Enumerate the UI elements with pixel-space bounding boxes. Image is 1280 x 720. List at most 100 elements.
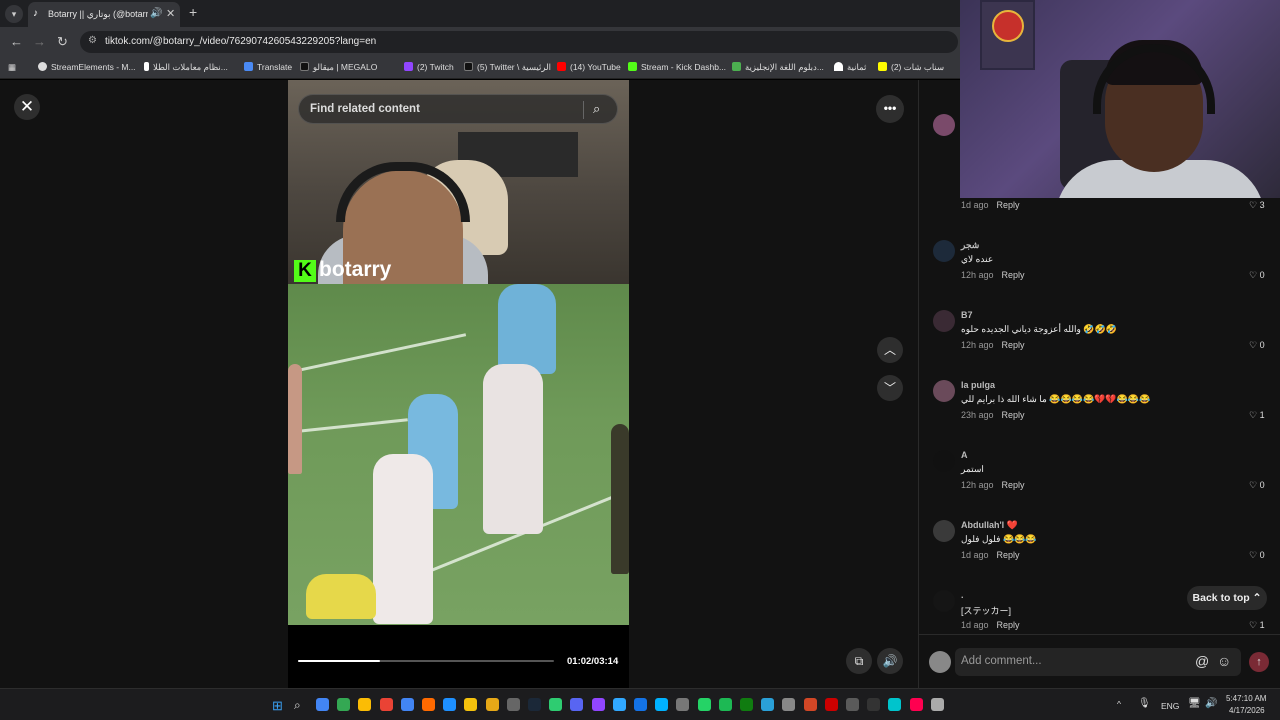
new-tab-icon[interactable]: + (189, 4, 197, 20)
like-button[interactable]: ♡ 0 (1249, 340, 1265, 351)
url-field[interactable]: ⚙ tiktok.com/@botarry_/video/76290742605… (80, 31, 958, 53)
like-button[interactable]: ♡ 0 (1249, 550, 1265, 561)
post-comment-button[interactable]: ↑ (1249, 652, 1269, 672)
comment-author[interactable]: . (961, 590, 964, 600)
taskbar-app-icon[interactable] (909, 698, 923, 711)
bookmark-item[interactable]: (14) YouTube (557, 62, 621, 72)
back-arrow-icon[interactable]: ← (10, 34, 23, 49)
taskbar-app-icon[interactable] (761, 698, 775, 711)
clock-date[interactable]: 4/17/2026 (1229, 706, 1265, 715)
taskbar-app-icon[interactable] (655, 698, 669, 711)
avatar[interactable] (933, 590, 955, 612)
taskbar-app-icon[interactable] (422, 698, 435, 711)
comment-author[interactable]: A (961, 450, 968, 460)
bookmark-item[interactable]: ثمانية (834, 62, 866, 73)
reload-icon[interactable]: ↻ (57, 34, 68, 50)
bookmark-item[interactable]: دبلوم اللغة الإنجليزية... (732, 62, 824, 73)
taskbar-app-icon[interactable] (528, 698, 541, 711)
speaker-icon[interactable]: 🔊 (1205, 698, 1217, 709)
reply-button[interactable]: Reply (997, 620, 1020, 630)
taskbar-app-icon[interactable] (337, 698, 351, 711)
back-to-top-button[interactable]: Back to top ⌃ (1187, 586, 1267, 610)
clock-time[interactable]: 5:47:10 AM (1226, 694, 1266, 703)
floating-player-button[interactable]: ⧉ (846, 648, 872, 674)
taskbar-app-icon[interactable] (485, 698, 499, 711)
speaker-icon[interactable]: 🔊 (150, 8, 162, 19)
bookmark-item[interactable]: ميقالو | MEGALO (300, 62, 377, 73)
taskbar-app-icon[interactable] (846, 698, 859, 711)
avatar[interactable] (933, 450, 955, 472)
reply-button[interactable]: Reply (1002, 480, 1025, 490)
taskbar-app-icon[interactable] (697, 698, 711, 711)
reply-button[interactable]: Reply (1002, 270, 1025, 280)
bookmark-item[interactable]: (5) Twitter \ الرئيسية (464, 62, 551, 73)
bookmark-item[interactable]: نظام معاملات الطلا... (144, 62, 228, 73)
taskbar-app-icon[interactable] (803, 698, 817, 711)
reply-button[interactable]: Reply (997, 550, 1020, 560)
taskbar-app-icon[interactable] (464, 698, 478, 711)
taskbar-app-icon[interactable] (358, 698, 372, 711)
taskbar-app-icon[interactable] (316, 698, 329, 711)
taskbar-app-icon[interactable] (867, 698, 881, 711)
taskbar-app-icon[interactable] (634, 698, 647, 711)
mention-icon[interactable]: @ (1195, 653, 1209, 669)
like-button[interactable]: ♡ 3 (1249, 200, 1265, 211)
avatar[interactable] (933, 240, 955, 262)
next-video-button[interactable]: ﹀ (877, 375, 903, 401)
bookmark-item[interactable]: (2) سناب شات (878, 62, 944, 73)
avatar[interactable] (933, 520, 955, 542)
tab-search-menu-icon[interactable]: ▾ (5, 5, 23, 23)
reply-button[interactable]: Reply (1002, 340, 1025, 350)
taskbar-app-icon[interactable] (718, 698, 732, 711)
bookmark-item[interactable]: Translate (244, 62, 292, 72)
more-options-button[interactable]: ••• (876, 95, 904, 123)
avatar[interactable] (933, 310, 955, 332)
language-indicator[interactable]: ENG (1161, 701, 1179, 711)
like-button[interactable]: ♡ 1 (1249, 620, 1265, 631)
taskbar-app-icon[interactable] (570, 698, 584, 711)
avatar[interactable] (933, 380, 955, 402)
taskbar-app-icon[interactable] (379, 698, 393, 711)
taskbar-app-icon[interactable] (824, 698, 838, 711)
taskbar-app-icon[interactable] (676, 698, 690, 711)
bookmark-item[interactable]: Stream - Kick Dashb... (628, 62, 726, 72)
comment-author[interactable]: شجر (961, 240, 979, 251)
like-button[interactable]: ♡ 1 (1249, 410, 1265, 421)
taskbar-app-icon[interactable] (740, 698, 753, 711)
related-search-input[interactable]: Find related content ⌕ (298, 94, 618, 124)
microphone-icon[interactable]: 🎙 (1138, 698, 1151, 709)
previous-video-button[interactable]: ︿ (877, 337, 903, 363)
bookmark-item[interactable]: (2) Twitch (404, 62, 454, 72)
reply-button[interactable]: Reply (997, 200, 1020, 210)
like-button[interactable]: ♡ 0 (1249, 270, 1265, 281)
site-info-icon[interactable]: ⚙ (88, 35, 97, 46)
comment-author[interactable]: B7 (961, 310, 973, 320)
windows-start-icon[interactable]: ⊞ (272, 698, 283, 714)
video-player[interactable]: Kbotarry Find related content ⌕ 01:02/03… (288, 80, 629, 688)
comment-input[interactable]: Add comment... @ ☺ (955, 648, 1241, 676)
taskbar-app-icon[interactable] (400, 698, 414, 711)
taskbar-app-icon[interactable] (930, 698, 944, 711)
close-tab-icon[interactable]: ✕ (166, 7, 175, 20)
browser-tab[interactable]: ♪ Botarry || بوتاري (@botarry_) 🔊 ✕ (28, 2, 180, 27)
close-video-button[interactable]: ✕ (14, 94, 40, 120)
emoji-icon[interactable]: ☺ (1217, 653, 1231, 669)
search-icon[interactable]: ⌕ (593, 101, 600, 117)
taskbar-app-icon[interactable] (549, 698, 563, 711)
apps-grid-icon[interactable]: ▦ (8, 62, 16, 73)
network-icon[interactable]: 🖥 (1188, 698, 1201, 709)
avatar[interactable] (933, 114, 955, 136)
taskbar-app-icon[interactable] (591, 698, 605, 711)
taskbar-app-icon[interactable] (443, 698, 457, 711)
taskbar-app-icon[interactable] (612, 698, 626, 711)
taskbar-app-icon[interactable] (888, 698, 902, 711)
comment-author[interactable]: Abdullah'l ❤️ (961, 520, 1018, 531)
taskbar-app-icon[interactable] (506, 698, 520, 711)
comment-author[interactable]: la pulga (961, 380, 995, 390)
taskbar-app-icon[interactable] (782, 698, 796, 711)
forward-arrow-icon[interactable]: → (33, 34, 46, 49)
video-progress-bar[interactable] (298, 660, 554, 662)
reply-button[interactable]: Reply (1002, 410, 1025, 420)
like-button[interactable]: ♡ 0 (1249, 480, 1265, 491)
search-icon[interactable]: ⌕ (294, 698, 301, 713)
